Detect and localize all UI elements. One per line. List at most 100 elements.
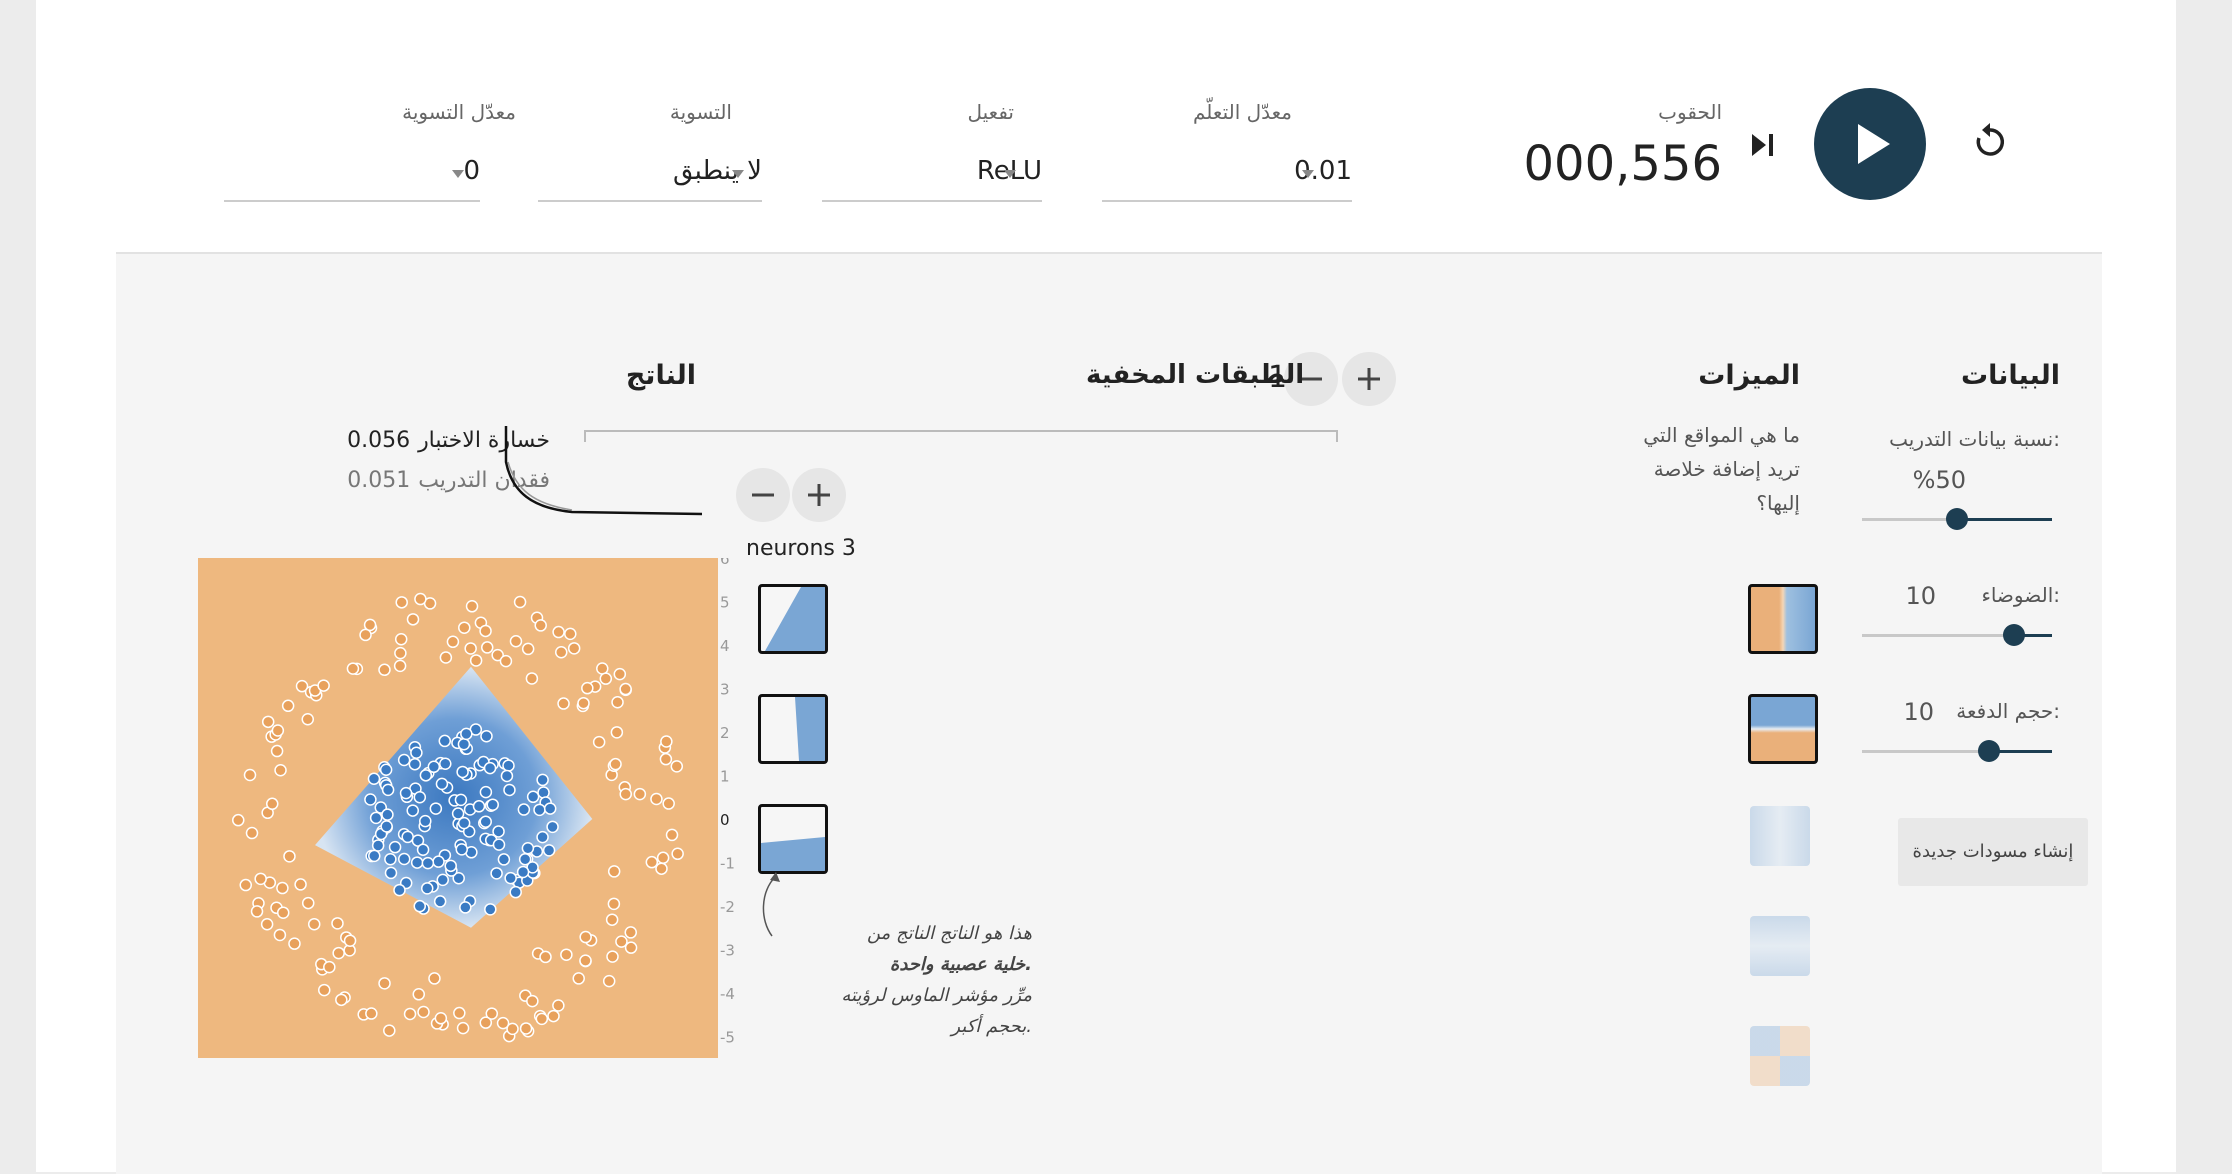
- play-icon: [1858, 124, 1890, 164]
- data-point: [607, 865, 621, 878]
- activation-select[interactable]: ReLU: [822, 150, 1042, 204]
- data-point: [380, 820, 393, 833]
- data-point: [492, 838, 506, 851]
- features-title: الميزات: [1698, 360, 1800, 391]
- play-button[interactable]: [1814, 88, 1926, 200]
- data-point: [567, 642, 581, 655]
- learning-rate-label: معدّل التعلّم: [1192, 100, 1292, 124]
- step-button[interactable]: [1748, 132, 1778, 158]
- data-point: [536, 773, 549, 787]
- tooltip-line-bold: خلية عصبية واحدة.: [889, 954, 1032, 975]
- data-point: [536, 830, 549, 844]
- data-point: [662, 797, 675, 810]
- data-point: [365, 1007, 378, 1020]
- noise-value: 10: [1905, 582, 1936, 610]
- y-axis-tick: -3: [720, 942, 735, 960]
- data-point: [270, 744, 284, 758]
- slider-thumb[interactable]: [1946, 508, 1968, 530]
- regularization-label: التسوية: [669, 100, 732, 124]
- data-point: [660, 735, 673, 748]
- slider-thumb[interactable]: [2003, 624, 2025, 646]
- y-axis-tick: -4: [720, 985, 735, 1003]
- data-point: [472, 800, 486, 813]
- regenerate-button[interactable]: إنشاء مسودات جديدة: [1898, 818, 2088, 886]
- data-point: [611, 695, 624, 709]
- reset-icon: [1976, 123, 2005, 156]
- batch-size-slider[interactable]: [1862, 738, 2052, 766]
- data-title: البيانات: [1961, 360, 2060, 391]
- regularization-rate-select[interactable]: 0: [224, 150, 480, 204]
- step-icon: [1752, 134, 1773, 156]
- data-point: [364, 793, 377, 806]
- feature-x1x2[interactable]: [1750, 1026, 1810, 1086]
- add-layer-button[interactable]: [1342, 352, 1396, 406]
- y-axis-tick: 1: [720, 768, 730, 786]
- data-point: [438, 734, 452, 748]
- feature-x2[interactable]: [1748, 694, 1818, 764]
- noise-slider[interactable]: [1862, 622, 2052, 650]
- learning-rate-select[interactable]: 0.01: [1102, 150, 1352, 204]
- data-point: [276, 906, 290, 919]
- neuron-3[interactable]: [758, 804, 828, 874]
- tooltip-line: هذا هو الناتج الناتج من: [866, 923, 1032, 944]
- regularization-select[interactable]: لا ينطبق: [538, 150, 762, 204]
- data-point: [301, 713, 315, 726]
- data-point: [484, 903, 497, 916]
- data-point: [323, 960, 336, 974]
- data-point: [665, 828, 679, 842]
- neuron-heatmap: [761, 837, 825, 871]
- add-neuron-button[interactable]: [792, 468, 846, 522]
- plus-icon: [1358, 368, 1380, 390]
- data-point: [577, 696, 590, 710]
- output-heatmap[interactable]: -6-5-4-3-2-101234566543210-1-2-3-4-5-6: [198, 558, 738, 1058]
- data-point: [504, 871, 517, 885]
- data-point: [455, 843, 468, 856]
- data-point: [414, 592, 427, 606]
- playground-page: الحقوب 000,556 معدّل التعلّم 0.01 تفعيل …: [36, 0, 2176, 1174]
- data-point: [429, 802, 443, 815]
- reset-button[interactable]: [1968, 120, 2012, 164]
- data-point: [526, 994, 539, 1008]
- chevron-down-icon: [452, 170, 464, 178]
- data-point: [670, 760, 684, 773]
- data-point: [283, 850, 296, 863]
- train-ratio-label: نسبة بيانات التدريب:: [1889, 427, 2060, 451]
- data-point: [500, 769, 514, 783]
- feature-x1-squared[interactable]: [1750, 806, 1810, 866]
- data-point: [433, 895, 447, 908]
- data-point: [572, 972, 585, 985]
- train-loss-value: 0.051: [347, 468, 411, 493]
- data-point: [624, 941, 638, 954]
- data-point: [456, 765, 469, 779]
- data-point: [371, 839, 385, 852]
- data-point: [412, 988, 426, 1001]
- data-point: [606, 950, 619, 963]
- data-point: [439, 651, 453, 664]
- regenerate-label: إنشاء مسودات جديدة: [1912, 841, 2074, 862]
- data-point: [397, 852, 411, 866]
- data-point: [552, 999, 565, 1012]
- data-point: [596, 662, 609, 675]
- data-point: [454, 793, 468, 807]
- data-point: [592, 735, 606, 749]
- data-point: [650, 792, 663, 806]
- slider-fill: [1957, 518, 2052, 521]
- data-point: [534, 619, 547, 632]
- feature-x2-squared[interactable]: [1750, 916, 1810, 976]
- data-point: [435, 777, 449, 791]
- data-point: [250, 905, 264, 918]
- slider-thumb[interactable]: [1978, 740, 2001, 762]
- feature-x1[interactable]: [1748, 584, 1818, 654]
- neuron-2[interactable]: [758, 694, 828, 764]
- output-title: الناتج: [625, 360, 696, 391]
- batch-size-value: 10: [1903, 698, 1934, 726]
- data-point: [546, 820, 559, 834]
- train-ratio-slider[interactable]: [1862, 506, 2052, 534]
- neuron-1[interactable]: [758, 584, 828, 654]
- data-point: [331, 917, 344, 930]
- data-point: [542, 844, 556, 857]
- remove-neuron-button[interactable]: [736, 468, 790, 522]
- data-point: [379, 763, 393, 776]
- regularization-rate-value: 0: [463, 156, 480, 186]
- data-point: [579, 930, 592, 944]
